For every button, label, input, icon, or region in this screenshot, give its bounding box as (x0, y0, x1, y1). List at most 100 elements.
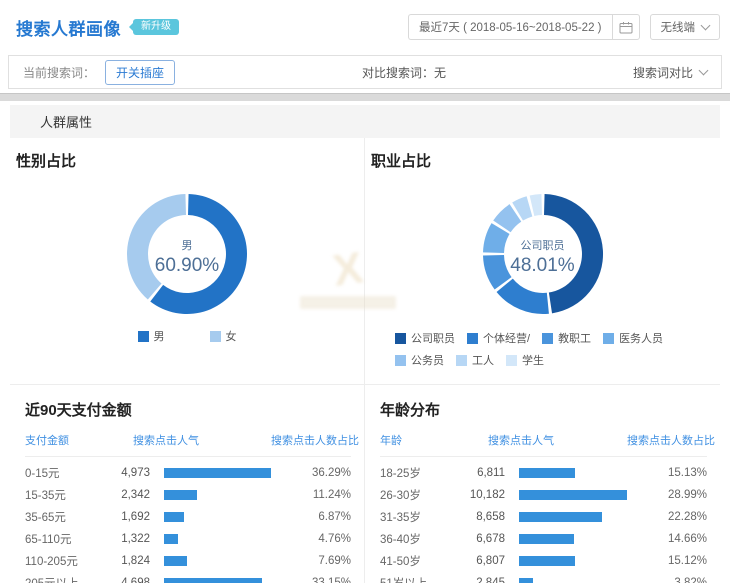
row-label: 51岁以上 (380, 575, 460, 583)
legend-item: 女 (210, 328, 237, 344)
row-percentage: 11.24% (271, 489, 351, 501)
row-percentage: 33.15% (271, 577, 351, 583)
row-value: 4,698 (105, 577, 150, 583)
legend-label: 教职工 (558, 330, 591, 346)
row-value: 8,658 (460, 511, 505, 523)
device-dropdown[interactable]: 无线端 (650, 14, 721, 40)
gender-donut-chart: 男 60.90% (122, 189, 252, 324)
col-search-click-popularity: 搜索点击人气 (460, 432, 627, 448)
row-percentage: 15.12% (627, 555, 707, 567)
row-percentage: 28.99% (627, 489, 707, 501)
row-value: 6,678 (460, 533, 505, 545)
table-row: 18-25岁6,81115.13% (380, 462, 707, 484)
row-bar (164, 556, 187, 566)
row-label: 36-40岁 (380, 531, 460, 547)
legend-label: 公务员 (411, 352, 444, 368)
current-keyword-group: 当前搜索词： 开关插座 (23, 60, 175, 85)
occupation-legend: 公司职员 个体经营/教职工医务人员公务员 工人 学生 (395, 330, 690, 368)
table-row: 15-35元2,34211.24% (25, 484, 351, 506)
current-keyword-button[interactable]: 开关插座 (105, 60, 175, 85)
gender-chart-title: 性别占比 (16, 150, 364, 171)
row-label: 18-25岁 (380, 465, 460, 481)
col-search-click-popularity: 搜索点击人气 (105, 432, 271, 448)
payment-table-body: 0-15元4,97336.29%15-35元2,34211.24%35-65元1… (25, 462, 351, 583)
row-label: 0-15元 (25, 465, 105, 481)
calendar-button[interactable] (612, 14, 640, 40)
row-bar (164, 534, 178, 544)
legend-item: 个体经营/ (467, 330, 530, 346)
date-range-button[interactable]: 最近7天 ( 2018-05-16~2018-05-22 ) (408, 14, 612, 40)
filter-bar: 当前搜索词： 开关插座 对比搜索词：无 搜索词对比 (8, 55, 722, 89)
row-bar (164, 468, 271, 478)
row-bar-cell (515, 556, 627, 566)
row-label: 41-50岁 (380, 553, 460, 569)
legend-item: 教职工 (542, 330, 591, 346)
row-label: 205元以上 (25, 575, 105, 583)
row-value: 10,182 (460, 489, 505, 501)
row-bar-cell (160, 556, 271, 566)
page-title: 搜索人群画像 (16, 15, 121, 40)
legend-item: 公司职员 (395, 330, 455, 346)
payment-table-panel: 近90天支付金额 支付金额 搜索点击人气 搜索点击人数占比 0-15元4,973… (10, 385, 365, 583)
legend-label: 个体经营/ (483, 330, 530, 346)
legend-label: 公司职员 (411, 330, 455, 346)
row-percentage: 22.28% (627, 511, 707, 523)
row-percentage: 14.66% (627, 533, 707, 545)
legend-item: 医务人员 (603, 330, 663, 346)
row-bar-cell (515, 490, 627, 500)
row-bar (519, 468, 575, 478)
row-bar-cell (515, 534, 627, 544)
legend-item: 工人 (456, 352, 494, 368)
donut-segment-学生 (529, 194, 541, 216)
legend-label: 学生 (522, 352, 544, 368)
row-bar-cell (160, 578, 271, 583)
legend-item: 学生 (506, 352, 544, 368)
donut-segment-公司职员 (544, 194, 603, 313)
table-row: 35-65元1,6926.87% (25, 506, 351, 528)
row-bar-cell (160, 490, 271, 500)
table-row: 110-205元1,8247.69% (25, 550, 351, 572)
row-label: 26-30岁 (380, 487, 460, 503)
occupation-panel: 职业占比 公司职员 48.01% 公司职员个体经营/教职工医务人员公务员工人学生 (365, 138, 720, 385)
row-bar (519, 556, 575, 566)
table-row: 36-40岁6,678 14.66% (380, 528, 707, 550)
row-percentage: 3.82% (627, 577, 707, 583)
payment-table-header: 支付金额 搜索点击人气 搜索点击人数占比 (25, 432, 351, 457)
row-label: 31-35岁 (380, 509, 460, 525)
row-bar-cell (160, 534, 271, 544)
row-value: 2,845 (460, 577, 505, 583)
row-value: 6,811 (460, 467, 505, 479)
row-percentage: 6.87% (271, 511, 351, 523)
legend-swatch (456, 355, 467, 366)
legend-swatch (467, 333, 478, 344)
row-bar (519, 490, 627, 500)
chevron-down-icon (701, 21, 711, 31)
table-row: 41-50岁6,80715.12% (380, 550, 707, 572)
row-bar (519, 512, 602, 522)
occupation-chart-title: 职业占比 (371, 150, 720, 171)
age-table-title: 年龄分布 (380, 399, 707, 420)
compare-keyword-label: 对比搜索词：无 (362, 64, 446, 81)
section-title: 人群属性 (40, 112, 92, 131)
row-bar (164, 578, 262, 583)
row-bar (519, 534, 574, 544)
row-value: 1,322 (105, 533, 150, 545)
legend-item: 公务员 (395, 352, 444, 368)
payment-table-title: 近90天支付金额 (25, 399, 351, 420)
keyword-compare-dropdown[interactable]: 搜索词对比 (633, 64, 707, 81)
donut-segment-个体经营/ (496, 279, 548, 314)
gender-donut-svg (122, 189, 252, 319)
col-payment-amount: 支付金额 (25, 432, 105, 448)
table-row: 51岁以上2,845 3.82% (380, 572, 707, 583)
row-percentage: 4.76% (271, 533, 351, 545)
keyword-compare-label: 搜索词对比 (633, 64, 693, 81)
row-bar (519, 578, 533, 583)
row-value: 2,342 (105, 489, 150, 501)
legend-label: 工人 (472, 352, 494, 368)
row-label: 35-65元 (25, 509, 105, 525)
age-table-body: 18-25岁6,81115.13% 26-30岁10,182 28.99% 31-35… (380, 462, 707, 583)
row-bar-cell (515, 578, 627, 583)
row-value: 1,824 (105, 555, 150, 567)
occupation-donut-svg (478, 189, 608, 319)
title-wrap: 搜索人群画像 新升级 (16, 15, 179, 40)
